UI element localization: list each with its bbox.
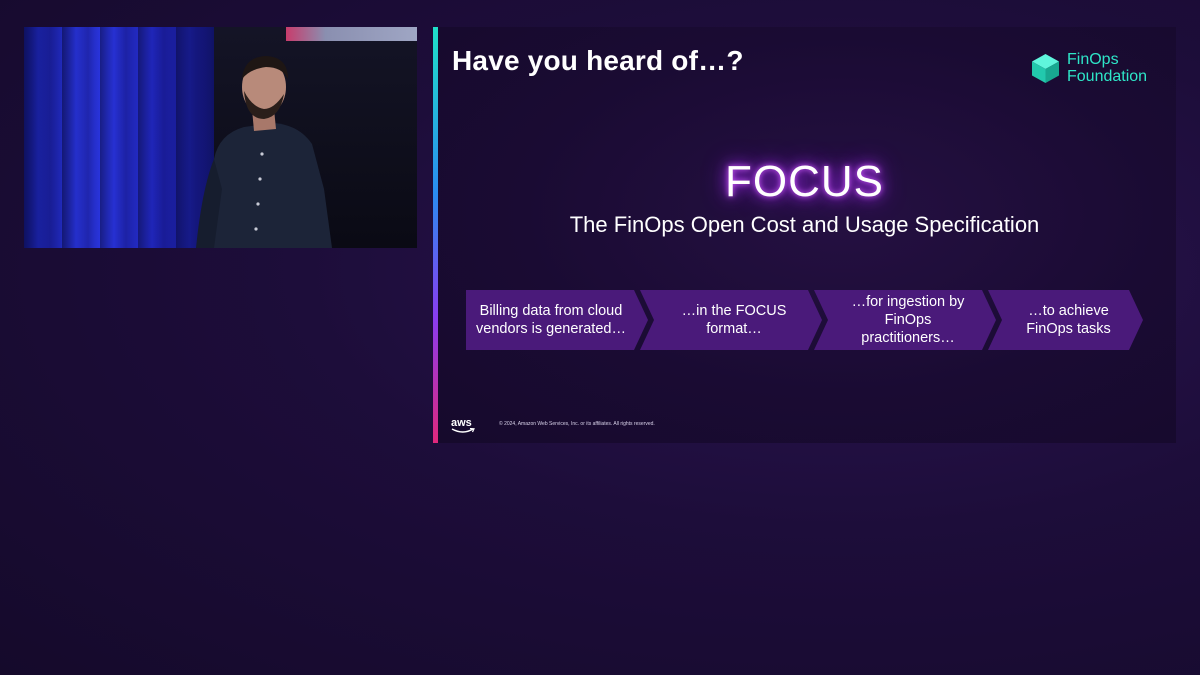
finops-logo-line2: Foundation [1067, 68, 1148, 85]
speaker-figure [196, 56, 332, 248]
chevron-step-2-label: …in the FOCUS format… [681, 303, 787, 337]
chevron-step-3: …for ingestion by FinOps practitioners… [814, 290, 996, 350]
finops-foundation-logo: FinOps Foundation [1031, 51, 1147, 85]
chevron-step-4: …to achieve FinOps tasks [988, 290, 1143, 350]
process-chevrons: Billing data from cloud vendors is gener… [466, 290, 1146, 350]
chevron-step-3-label: …for ingestion by FinOps practitioners… [851, 294, 965, 346]
finops-logo-line1: FinOps [1067, 51, 1119, 68]
presentation-stage: Have you heard of…? FinOps Foundation FO… [0, 0, 1200, 675]
cube-icon [1032, 53, 1059, 83]
speaker-video [24, 27, 417, 248]
aws-logo: aws [451, 417, 475, 434]
chevron-step-1: Billing data from cloud vendors is gener… [466, 290, 648, 350]
focus-subtitle: The FinOps Open Cost and Usage Specifica… [569, 212, 1040, 237]
aws-logo-text: aws [451, 417, 472, 429]
finops-logo-text: FinOps Foundation [1067, 51, 1147, 85]
focus-title: FOCUS [725, 157, 884, 206]
chevron-step-4-label: …to achieve FinOps tasks [1026, 303, 1111, 337]
slide-title: Have you heard of…? [452, 45, 744, 76]
copyright-notice: © 2024, Amazon Web Services, Inc. or its… [499, 421, 655, 427]
chevron-step-1-label: Billing data from cloud vendors is gener… [476, 303, 626, 337]
presentation-slide: Have you heard of…? FinOps Foundation FO… [433, 27, 1176, 443]
chevron-step-2: …in the FOCUS format… [640, 290, 822, 350]
